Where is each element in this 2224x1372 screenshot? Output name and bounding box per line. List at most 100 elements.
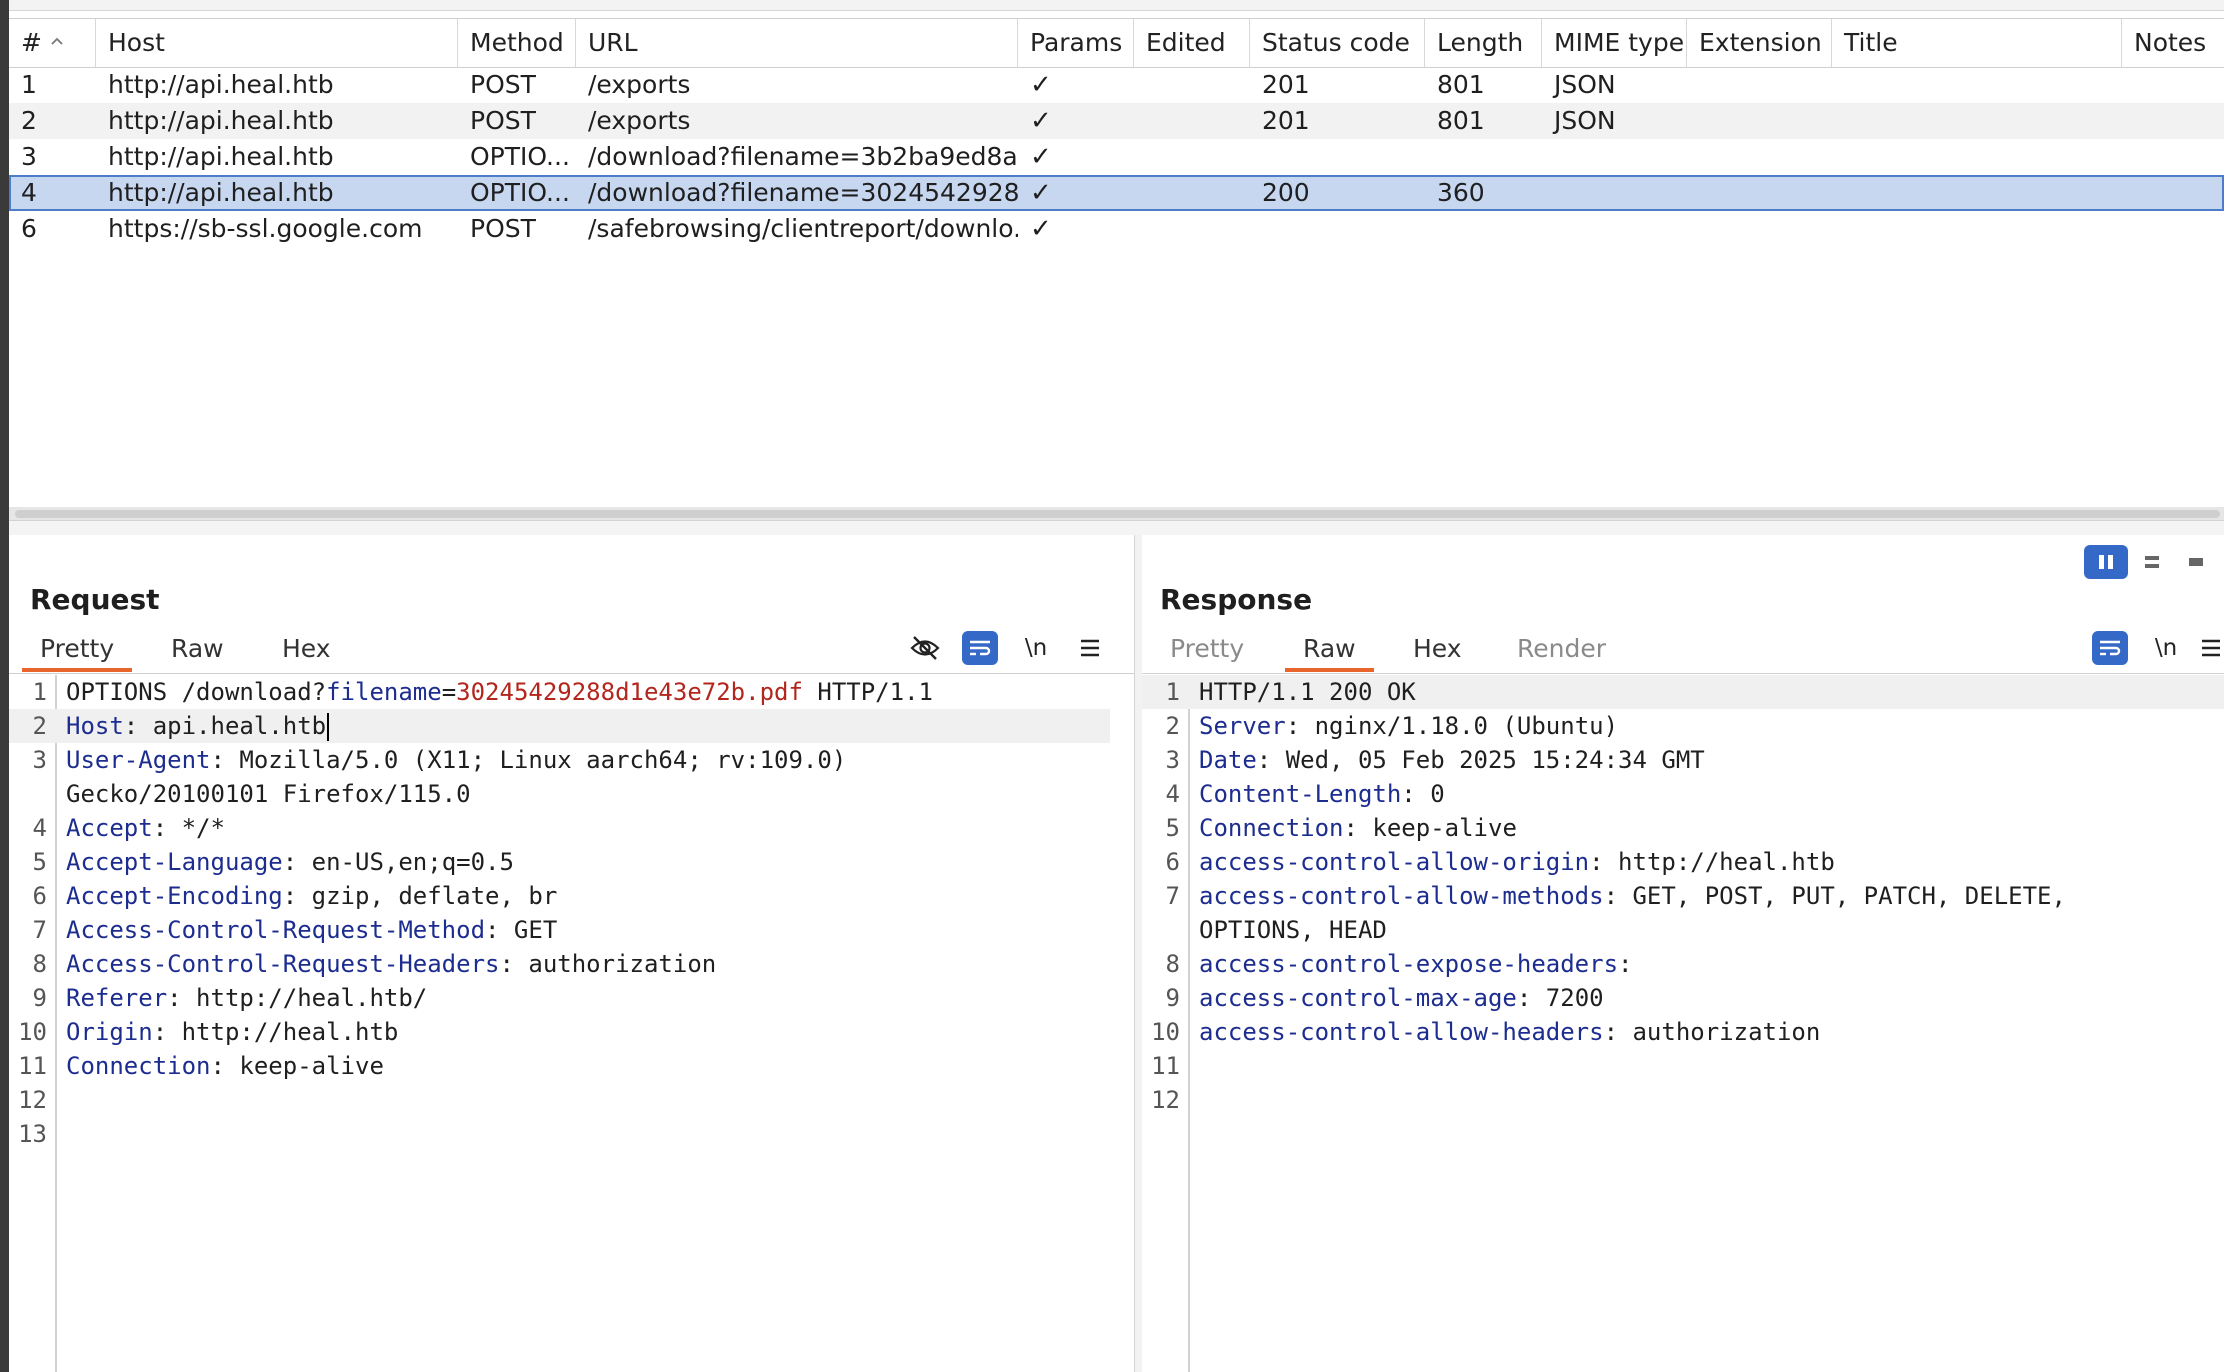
row-number: 6 <box>21 214 37 243</box>
column-header-url[interactable]: URL <box>576 19 1018 67</box>
code-line: 3 Date: Wed, 05 Feb 2025 15:24:34 GMT <box>1165 746 1705 774</box>
row-params-check-icon: ✓ <box>1030 106 1052 136</box>
code-line: 1 OPTIONS /download?filename=30245429288… <box>32 678 933 706</box>
code-line: 3 User-Agent: Mozilla/5.0 (X11; Linux aa… <box>32 746 847 774</box>
code-line: 9 Referer: http://heal.htb/ <box>32 984 428 1012</box>
row-params-check-icon: ✓ <box>1030 214 1052 244</box>
tab-pretty[interactable]: Pretty <box>21 630 133 672</box>
row-url: /download?filename=3024542928... <box>588 178 1018 207</box>
column-header-extension[interactable]: Extension <box>1687 19 1832 67</box>
column-header-mime-type[interactable]: MIME type <box>1542 19 1687 67</box>
request-editor[interactable]: 1 OPTIONS /download?filename=30245429288… <box>9 675 1134 1372</box>
split-rows-icon[interactable] <box>2130 545 2174 579</box>
row-mime: JSON <box>1554 70 1616 99</box>
wrap-icon[interactable] <box>962 631 998 665</box>
tab-hex[interactable]: Hex <box>1413 630 1462 668</box>
tab-pretty[interactable]: Pretty <box>1170 630 1244 668</box>
table-row[interactable]: 2 http://api.heal.htb POST /exports ✓ 20… <box>9 103 2224 139</box>
code-line: 7 access-control-allow-methods: GET, POS… <box>1165 882 2066 910</box>
row-method: OPTIO... <box>470 178 570 207</box>
code-line-current: 1 HTTP/1.1 200 OK <box>1142 675 2224 709</box>
filter-bar-edge <box>9 0 2224 11</box>
row-url: /safebrowsing/clientreport/downlo... <box>588 214 1018 243</box>
row-mime: JSON <box>1554 106 1616 135</box>
column-header-host[interactable]: Host <box>96 19 458 67</box>
row-status: 201 <box>1262 106 1310 135</box>
column-header-status-code[interactable]: Status code <box>1250 19 1425 67</box>
code-line: 5 Connection: keep-alive <box>1165 814 1517 842</box>
text-cursor <box>327 713 330 741</box>
column-header-notes[interactable]: Notes <box>2122 19 2224 67</box>
row-number: 3 <box>21 142 37 171</box>
table-body: 1 http://api.heal.htb POST /exports ✓ 20… <box>9 67 2224 247</box>
column-header-length[interactable]: Length <box>1425 19 1542 67</box>
row-method: OPTIO... <box>470 142 570 171</box>
layout-toggle-group <box>2084 545 2224 579</box>
row-method: POST <box>470 70 536 99</box>
code-line: 4 Content-Length: 0 <box>1165 780 1445 808</box>
scrollbar-thumb[interactable] <box>15 510 2220 518</box>
tab-raw[interactable]: Raw <box>1285 630 1374 672</box>
column-header-title[interactable]: Title <box>1832 19 2122 67</box>
row-host: http://api.heal.htb <box>108 70 334 99</box>
code-line: 12 <box>1151 1086 1180 1114</box>
table-row[interactable]: 6 https://sb-ssl.google.com POST /safebr… <box>9 211 2224 247</box>
row-host: http://api.heal.htb <box>108 106 334 135</box>
row-params-check-icon: ✓ <box>1030 70 1052 100</box>
tab-raw[interactable]: Raw <box>171 630 224 668</box>
column-header-edited[interactable]: Edited <box>1134 19 1250 67</box>
row-status: 200 <box>1262 178 1310 207</box>
proxy-history-table: # Host Method URL Params Edited Status c… <box>9 18 2224 528</box>
row-params-check-icon: ✓ <box>1030 142 1052 172</box>
menu-icon[interactable] <box>2200 631 2224 665</box>
row-host: http://api.heal.htb <box>108 178 334 207</box>
tabs-divider <box>1142 673 2224 674</box>
response-pane: Response Pretty Raw Hex Render \n 1 HTTP… <box>1142 535 2224 1372</box>
row-host: http://api.heal.htb <box>108 142 334 171</box>
row-number: 2 <box>21 106 37 135</box>
code-line: 13 <box>18 1120 47 1148</box>
code-line: 12 <box>18 1086 47 1114</box>
row-method: POST <box>470 214 536 243</box>
response-editor[interactable]: 1 HTTP/1.1 200 OK 2 Server: nginx/1.18.0… <box>1142 675 2224 1372</box>
column-header-method[interactable]: Method <box>458 19 576 67</box>
tab-hex[interactable]: Hex <box>282 630 331 668</box>
code-line: 5 Accept-Language: en-US,en;q=0.5 <box>32 848 514 876</box>
tabs-divider <box>9 673 1134 674</box>
row-number: 4 <box>21 178 37 207</box>
column-header-number[interactable]: # <box>9 19 96 67</box>
response-title: Response <box>1160 583 1313 616</box>
table-horizontal-scrollbar[interactable] <box>9 507 2224 521</box>
code-line: 4 Accept: */* <box>32 814 225 842</box>
table-row[interactable]: 1 http://api.heal.htb POST /exports ✓ 20… <box>9 67 2224 103</box>
row-params-check-icon: ✓ <box>1030 178 1052 208</box>
row-length: 360 <box>1437 178 1485 207</box>
code-line: 6 access-control-allow-origin: http://he… <box>1165 848 1835 876</box>
row-number: 1 <box>21 70 37 99</box>
newline-icon[interactable]: \n <box>2148 631 2184 665</box>
row-url: /exports <box>588 106 691 135</box>
request-title: Request <box>30 583 160 616</box>
column-header-params[interactable]: Params <box>1018 19 1134 67</box>
newline-icon[interactable]: \n <box>1018 631 1054 665</box>
response-tabs: Pretty Raw Hex Render <box>1142 630 2224 672</box>
row-length: 801 <box>1437 70 1485 99</box>
table-row[interactable]: 3 http://api.heal.htb OPTIO... /download… <box>9 139 2224 175</box>
single-pane-icon[interactable] <box>2174 545 2218 579</box>
code-line: 10 Origin: http://heal.htb <box>18 1018 399 1046</box>
split-columns-icon[interactable] <box>2084 545 2128 579</box>
wrap-icon[interactable] <box>2092 631 2128 665</box>
row-method: POST <box>470 106 536 135</box>
pane-splitter-horizontal[interactable] <box>9 520 2224 536</box>
tab-render[interactable]: Render <box>1517 630 1606 668</box>
menu-icon[interactable] <box>1072 631 1108 665</box>
code-line-wrapped: Gecko/20100101 Firefox/115.0 <box>66 780 471 808</box>
code-line: 8 Access-Control-Request-Headers: author… <box>32 950 717 978</box>
request-pane: Request Pretty Raw Hex \n 1 OPTIONS /dow… <box>9 535 1134 1372</box>
code-line: 9 access-control-max-age: 7200 <box>1165 984 1604 1012</box>
code-line: 11 Connection: keep-alive <box>18 1052 384 1080</box>
code-line: 6 Accept-Encoding: gzip, deflate, br <box>32 882 558 910</box>
code-line: 11 <box>1151 1052 1180 1080</box>
table-row-selected[interactable]: 4 http://api.heal.htb OPTIO... /download… <box>9 175 2224 211</box>
eye-slash-icon[interactable] <box>907 631 943 665</box>
